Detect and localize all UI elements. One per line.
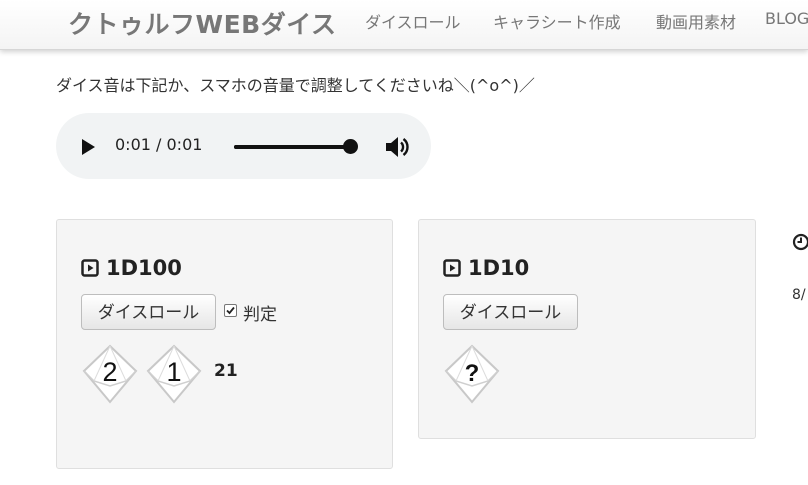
audio-seek-bar[interactable]	[234, 145, 351, 149]
nav-character-sheet[interactable]: キャラシート作成	[493, 9, 621, 33]
audio-time: 0:01 / 0:01	[115, 135, 203, 154]
play-square-icon	[81, 259, 99, 277]
audio-player: 0:01 / 0:01	[56, 113, 431, 179]
volume-icon[interactable]	[383, 133, 411, 161]
volume-notice: ダイス音は下記か、スマホの音量で調整してくださいね＼(^o^)／	[56, 76, 535, 95]
dice-roll-button[interactable]: ダイスロール	[443, 294, 578, 330]
d10-die-icon: 1	[146, 344, 202, 404]
judgement-label: 判定	[243, 305, 277, 325]
dice-roll-button[interactable]: ダイスロール	[81, 294, 216, 330]
nav-dice-roll[interactable]: ダイスロール	[365, 9, 461, 33]
site-brand[interactable]: クトゥルフWEBダイス	[68, 5, 336, 41]
play-icon[interactable]	[82, 139, 95, 155]
checkmark-icon	[226, 306, 235, 315]
judgement-checkbox[interactable]	[224, 304, 237, 317]
d10-die-icon: 2	[82, 344, 138, 404]
die-value: 1	[166, 357, 181, 387]
panel-title: 1D10	[443, 256, 529, 280]
play-square-icon	[443, 259, 461, 277]
die-value: ?	[465, 360, 480, 387]
panel-title: 1D100	[81, 256, 182, 280]
panel-title-text: 1D100	[106, 256, 182, 280]
roll-total: 21	[214, 361, 238, 381]
d10-die-icon: ?	[444, 344, 500, 404]
history-date: 8/	[792, 287, 806, 303]
navbar: クトゥルフWEBダイス ダイスロール キャラシート作成 動画用素材 BLOG	[0, 0, 808, 50]
dice-panel-1d100: 1D100 ダイスロール 判定 2 1 21	[56, 219, 393, 469]
nav-video-assets[interactable]: 動画用素材	[656, 9, 736, 33]
clock-icon	[792, 233, 808, 251]
nav-blog[interactable]: BLOG	[765, 9, 808, 28]
panel-title-text: 1D10	[468, 256, 530, 280]
die-value: 2	[102, 357, 117, 387]
dice-panel-1d10: 1D10 ダイスロール ?	[418, 219, 756, 439]
seek-handle[interactable]	[343, 139, 358, 154]
